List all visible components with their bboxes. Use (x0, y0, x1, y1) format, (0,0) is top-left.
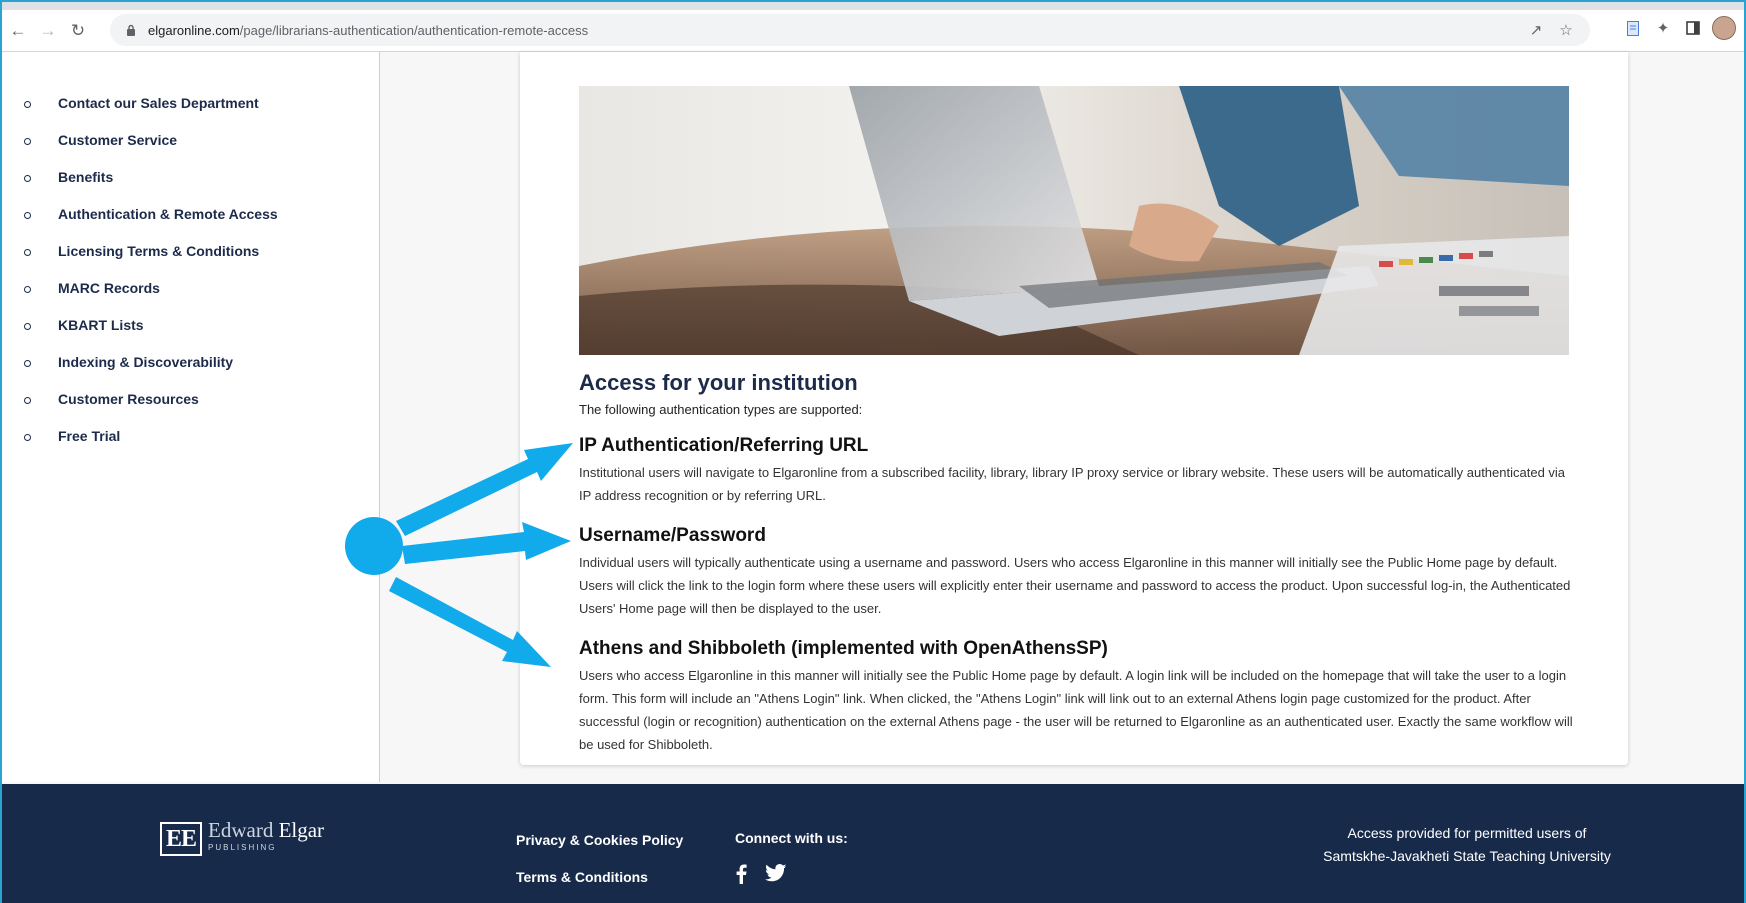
social-links (735, 864, 787, 889)
browser-window: ← → ↻ elgaronline.com/page/librarians-au… (0, 0, 1746, 903)
sidebar-item-contact-sales[interactable]: Contact our Sales Department (2, 88, 379, 125)
section-intro: The following authentication types are s… (579, 402, 863, 417)
hero-image-laptop (579, 86, 1569, 355)
connect-heading: Connect with us: (735, 830, 848, 846)
bullet-icon (24, 101, 31, 108)
bullet-icon (24, 286, 31, 293)
bullet-icon (24, 397, 31, 404)
bullet-icon (24, 138, 31, 145)
sidebar-item-benefits[interactable]: Benefits (2, 162, 379, 199)
bullet-icon (24, 360, 31, 367)
privacy-cookies-link[interactable]: Privacy & Cookies Policy (516, 832, 683, 848)
sidebar-item-marc-records[interactable]: MARC Records (2, 273, 379, 310)
facebook-icon[interactable] (735, 864, 747, 889)
bullet-icon (24, 249, 31, 256)
edward-elgar-logo[interactable]: EE Edward Elgar PUBLISHING (160, 820, 324, 858)
method-text-athens: Users who access Elgaronline in this man… (579, 668, 1573, 752)
back-icon[interactable]: ← (4, 17, 32, 45)
logo-mark: EE (160, 822, 203, 856)
logo-name: Edward Elgar PUBLISHING (208, 818, 325, 853)
content-card: Access for your institution The followin… (520, 52, 1628, 765)
method-text-username: Individual users will typically authenti… (579, 555, 1571, 616)
bullet-icon (24, 175, 31, 182)
section-title: Access for your institution (579, 370, 858, 395)
sidebar-item-customer-service[interactable]: Customer Service (2, 125, 379, 162)
institution-access-section: Access for your institution The followin… (579, 370, 1574, 756)
url-text: elgaronline.com/page/librarians-authenti… (148, 22, 589, 38)
forward-icon[interactable]: → (34, 17, 62, 45)
sidebar-item-licensing[interactable]: Licensing Terms & Conditions (2, 236, 379, 273)
terms-conditions-link[interactable]: Terms & Conditions (516, 869, 648, 885)
address-bar[interactable]: elgaronline.com/page/librarians-authenti… (110, 14, 1590, 46)
sidebar-item-customer-resources[interactable]: Customer Resources (2, 384, 379, 421)
side-panel-icon[interactable] (1682, 17, 1704, 39)
share-icon[interactable]: ↗ (1526, 20, 1546, 40)
method-title-ip: IP Authentication/Referring URL (579, 435, 869, 456)
method-title-username: Username/Password (579, 525, 766, 546)
lock-icon (122, 24, 140, 36)
twitter-icon[interactable] (765, 864, 787, 889)
sidebar-item-indexing[interactable]: Indexing & Discoverability (2, 347, 379, 384)
tab-strip (2, 2, 1744, 10)
sidebar-item-kbart[interactable]: KBART Lists (2, 310, 379, 347)
bullet-icon (24, 323, 31, 330)
bookmark-star-icon[interactable]: ☆ (1556, 20, 1576, 40)
sidebar-item-authentication[interactable]: Authentication & Remote Access (2, 199, 379, 236)
bullet-icon (24, 434, 31, 441)
method-text-ip: Institutional users will navigate to Elg… (579, 465, 1566, 503)
extensions-puzzle-icon[interactable]: ✦ (1652, 17, 1674, 39)
access-provided-notice: Access provided for permitted users of S… (1323, 825, 1611, 864)
sidebar-item-free-trial[interactable]: Free Trial (2, 421, 379, 458)
site-footer: EE Edward Elgar PUBLISHING Privacy & Cook… (2, 784, 1744, 903)
browser-toolbar: ← → ↻ elgaronline.com/page/librarians-au… (2, 10, 1744, 52)
bullet-icon (24, 212, 31, 219)
reload-icon[interactable]: ↻ (64, 17, 92, 45)
method-title-athens: Athens and Shibboleth (implemented with … (579, 638, 1108, 659)
document-extension-icon[interactable] (1622, 17, 1644, 39)
profile-avatar[interactable] (1712, 16, 1736, 40)
sidebar-nav: Contact our Sales Department Customer Se… (2, 52, 380, 782)
